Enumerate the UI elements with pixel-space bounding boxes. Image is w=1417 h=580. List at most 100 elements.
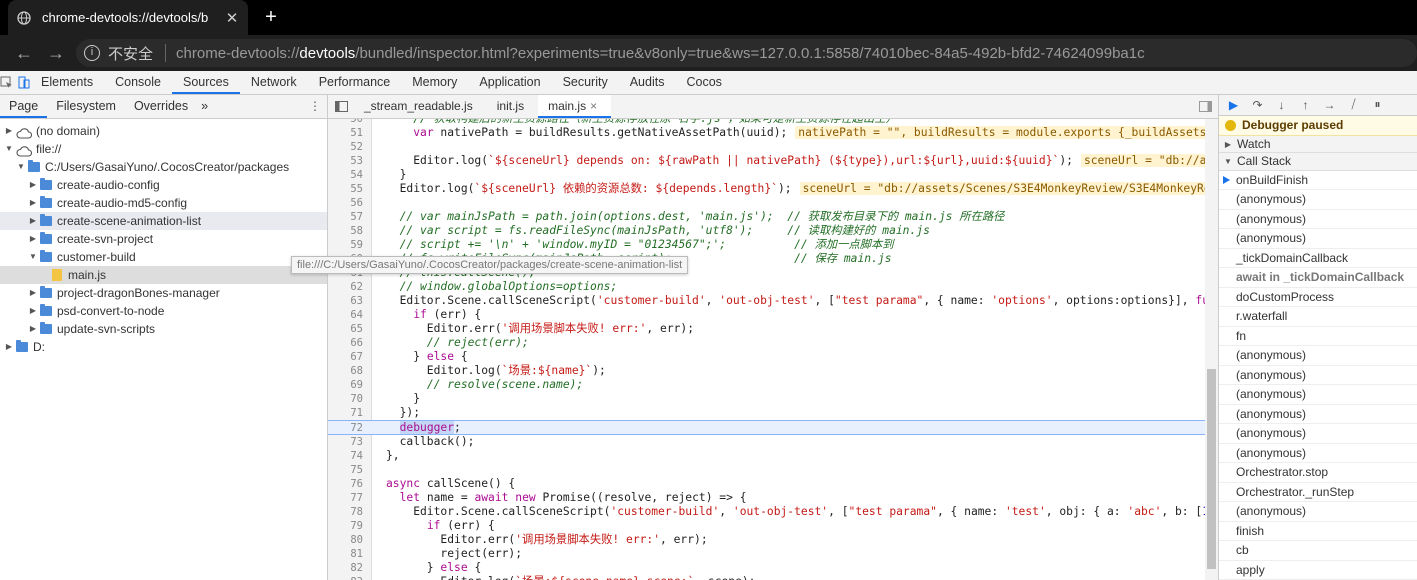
line-number[interactable]: 68	[328, 364, 372, 378]
navigator-tab-page[interactable]: Page	[0, 95, 48, 118]
line-number[interactable]: 69	[328, 378, 372, 392]
expanded-triangle-icon[interactable]: ▼	[28, 248, 38, 266]
code-line[interactable]: 80 Editor.err('调用场景脚本失败! err:', err);	[328, 533, 1218, 547]
editor-tab-stream-readable-js[interactable]: _stream_readable.js	[354, 95, 487, 118]
line-number[interactable]: 54	[328, 168, 372, 182]
tree-item[interactable]: ▶ update-svn-scripts	[0, 320, 327, 338]
new-tab-button[interactable]: +	[260, 6, 282, 28]
callstack-section-header[interactable]: ▼ Call Stack	[1219, 153, 1417, 171]
call-frame[interactable]: (anonymous)	[1219, 346, 1417, 366]
step-icon[interactable]: →	[1321, 98, 1338, 112]
code-line[interactable]: 77 let name = await new Promise((resolve…	[328, 491, 1218, 505]
step-over-icon[interactable]: ↷	[1249, 98, 1266, 112]
line-number[interactable]: 67	[328, 350, 372, 364]
code-line[interactable]: 68 Editor.log(`场景:${name}`);	[328, 364, 1218, 378]
browser-tab[interactable]: chrome-devtools://devtools/b ✕	[8, 0, 248, 35]
code-line[interactable]: 66 // reject(err);	[328, 336, 1218, 350]
file-item[interactable]: main.js	[0, 266, 327, 284]
tab-security[interactable]: Security	[552, 71, 619, 94]
omnibox[interactable]: i 不安全 chrome-devtools:// devtools /bundl…	[76, 39, 1417, 67]
code-line[interactable]: 62 // window.globalOptions=options;	[328, 280, 1218, 294]
tree-item[interactable]: ▼ C:/Users/GasaiYuno/.CocosCreator/packag…	[0, 158, 327, 176]
line-number[interactable]: 83	[328, 575, 372, 580]
navigator-tab-filesystem[interactable]: Filesystem	[47, 95, 125, 118]
resume-icon[interactable]: ▶︎	[1225, 98, 1242, 112]
tree-item[interactable]: ▶ create-svn-project	[0, 230, 327, 248]
inspect-element-icon[interactable]	[0, 76, 13, 89]
call-frame[interactable]: apply	[1219, 561, 1417, 580]
line-number[interactable]: 72	[328, 421, 372, 434]
call-frame[interactable]: doCustomProcess	[1219, 288, 1417, 307]
line-number[interactable]: 71	[328, 406, 372, 420]
tree-item[interactable]: ▶ psd-convert-to-node	[0, 302, 327, 320]
collapsed-triangle-icon[interactable]: ▶	[28, 194, 38, 212]
code-line[interactable]: 73 callback();	[328, 435, 1218, 449]
tab-console[interactable]: Console	[104, 71, 172, 94]
tree-item[interactable]: ▶ create-audio-config	[0, 176, 327, 194]
code-line[interactable]: 52	[328, 140, 1218, 154]
code-line[interactable]: 82 } else {	[328, 561, 1218, 575]
line-number[interactable]: 74	[328, 449, 372, 463]
collapsed-triangle-icon[interactable]: ▶	[28, 302, 38, 320]
line-number[interactable]: 59	[328, 238, 372, 252]
line-number[interactable]: 53	[328, 154, 372, 168]
watch-section-header[interactable]: ▶ Watch	[1219, 136, 1417, 154]
collapsed-triangle-icon[interactable]: ▶	[28, 284, 38, 302]
collapsed-triangle-icon[interactable]: ▶	[28, 230, 38, 248]
tree-item[interactable]: ▶ D:	[0, 338, 327, 356]
line-number[interactable]: 65	[328, 322, 372, 336]
call-frame[interactable]: cb	[1219, 541, 1417, 561]
code-line[interactable]: 71 });	[328, 406, 1218, 420]
tab-performance[interactable]: Performance	[308, 71, 402, 94]
call-frame[interactable]: (anonymous)	[1219, 366, 1417, 385]
code-line[interactable]: 78 Editor.Scene.callSceneScript('custome…	[328, 505, 1218, 519]
line-number[interactable]: 78	[328, 505, 372, 519]
tab-elements[interactable]: Elements	[30, 71, 104, 94]
code-line[interactable]: 81 reject(err);	[328, 547, 1218, 561]
toggle-debugger-icon[interactable]	[1192, 95, 1218, 118]
expanded-triangle-icon[interactable]: ▼	[4, 140, 14, 158]
code-line[interactable]: 59 // script += '\n' + 'window.myID = "0…	[328, 238, 1218, 252]
editor-tab-main-js[interactable]: main.js ×	[538, 95, 612, 118]
forward-arrow-icon[interactable]: →	[44, 43, 68, 64]
code-line[interactable]: 69 // resolve(scene.name);	[328, 378, 1218, 392]
code-line[interactable]: 83 Editor.log(`场景:${scene.name},scene:`,…	[328, 575, 1218, 580]
device-toolbar-icon[interactable]	[17, 76, 30, 89]
deactivate-breakpoints-icon[interactable]: ⧸	[1345, 97, 1362, 112]
line-number[interactable]: 64	[328, 308, 372, 322]
line-number[interactable]: 75	[328, 463, 372, 477]
call-frame[interactable]: (anonymous)	[1219, 210, 1417, 229]
tree-item[interactable]: ▼ file://	[0, 140, 327, 158]
security-label[interactable]: 不安全	[108, 43, 153, 64]
line-number[interactable]: 76	[328, 477, 372, 491]
code-line[interactable]: 54 }	[328, 168, 1218, 182]
code-line[interactable]: 53 Editor.log(`${sceneUrl} depends on: $…	[328, 154, 1218, 168]
scrollbar-thumb[interactable]	[1207, 369, 1216, 569]
line-number[interactable]: 79	[328, 519, 372, 533]
tab-audits[interactable]: Audits	[619, 71, 676, 94]
collapsed-triangle-icon[interactable]: ▶	[28, 176, 38, 194]
call-frame[interactable]: (anonymous)	[1219, 385, 1417, 405]
tree-item[interactable]: ▶ project-dragonBones-manager	[0, 284, 327, 302]
step-into-icon[interactable]: ↓	[1273, 98, 1290, 112]
code-line[interactable]: 64 if (err) {	[328, 308, 1218, 322]
code-line[interactable]: 72 debugger;	[328, 420, 1218, 435]
line-number[interactable]: 66	[328, 336, 372, 350]
code-line[interactable]: 79 if (err) {	[328, 519, 1218, 533]
tab-memory[interactable]: Memory	[401, 71, 468, 94]
line-number[interactable]: 77	[328, 491, 372, 505]
line-number[interactable]: 81	[328, 547, 372, 561]
expanded-triangle-icon[interactable]: ▼	[16, 158, 26, 176]
line-number[interactable]: 62	[328, 280, 372, 294]
more-tabs-button[interactable]: »	[197, 95, 212, 118]
code-line[interactable]: 55 Editor.log(`${sceneUrl} 依赖的资源总数: ${de…	[328, 182, 1218, 196]
collapsed-triangle-icon[interactable]: ▶	[28, 212, 38, 230]
line-number[interactable]: 80	[328, 533, 372, 547]
close-icon[interactable]: ×	[590, 99, 597, 113]
kebab-menu-icon[interactable]: ⋮	[303, 95, 327, 118]
collapsed-triangle-icon[interactable]: ▶	[28, 320, 38, 338]
line-number[interactable]: 52	[328, 140, 372, 154]
code-line[interactable]: 65 Editor.err('调用场景脚本失败! err:', err);	[328, 322, 1218, 336]
info-icon[interactable]: i	[84, 45, 100, 61]
code-line[interactable]: 56	[328, 196, 1218, 210]
